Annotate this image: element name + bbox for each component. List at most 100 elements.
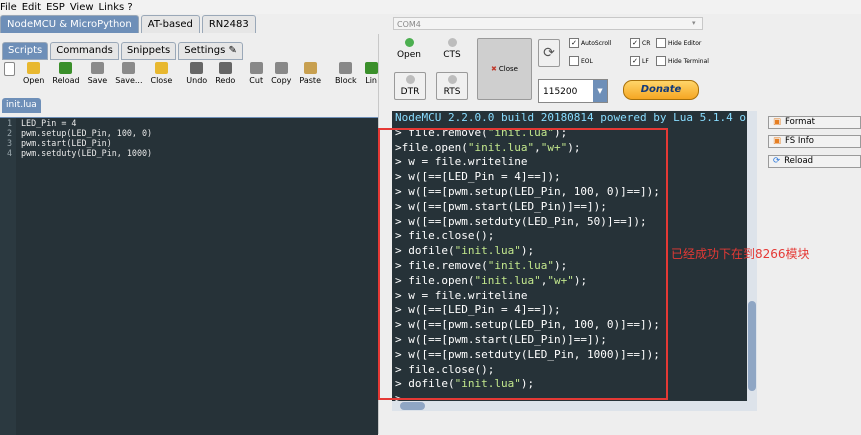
toolbar-label: Reload bbox=[52, 76, 80, 85]
fs-info-button[interactable]: ▣ FS Info bbox=[768, 135, 861, 148]
toolbar-label: Save bbox=[87, 76, 108, 85]
undo-icon bbox=[190, 62, 204, 74]
open-button[interactable]: Open bbox=[19, 62, 48, 85]
lin-button[interactable]: Lin bbox=[361, 62, 382, 85]
terminal-hscroll-thumb[interactable] bbox=[400, 402, 425, 410]
toolbar-label: Close bbox=[150, 76, 173, 85]
menu-file[interactable]: File bbox=[0, 2, 17, 13]
tab-settings-label: Settings bbox=[184, 45, 226, 56]
code-editor[interactable]: 1234 LED_Pin = 4 pwm.setup(LED_Pin, 100, … bbox=[0, 117, 378, 435]
fs-info-icon: ▣ bbox=[773, 136, 782, 146]
eol-checkbox[interactable]: EOL bbox=[569, 56, 593, 66]
format-icon: ▣ bbox=[773, 117, 782, 127]
cr-label: CR bbox=[642, 39, 651, 47]
line-number: 2 bbox=[6, 128, 12, 138]
toolbar-label: Redo bbox=[215, 76, 236, 85]
refresh-icon: ⟳ bbox=[543, 45, 555, 61]
undo-button[interactable]: Undo bbox=[182, 62, 211, 85]
hide-editor-box-icon bbox=[656, 38, 666, 48]
terminal-header: NodeMCU 2.2.0.0 build 20180814 powered b… bbox=[395, 111, 747, 124]
format-button[interactable]: ▣ Format bbox=[768, 116, 861, 129]
baud-chevron-down-icon: ▼ bbox=[593, 80, 607, 102]
code-area[interactable]: LED_Pin = 4 pwm.setup(LED_Pin, 100, 0) pwm… bbox=[21, 118, 152, 158]
code-line[interactable]: pwm.start(LED_Pin) bbox=[21, 138, 152, 148]
hide-terminal-checkbox[interactable]: Hide Terminal bbox=[656, 56, 709, 66]
close-port-button[interactable]: ✖ Close bbox=[477, 38, 532, 100]
disconnect-icon: ✖ bbox=[491, 65, 497, 73]
menu-edit[interactable]: Edit bbox=[22, 2, 41, 13]
reload-button[interactable]: Reload bbox=[48, 62, 83, 85]
line-icon bbox=[364, 62, 378, 74]
dtr-button[interactable]: DTR bbox=[394, 72, 426, 100]
close-folder-icon bbox=[154, 62, 168, 74]
menu-bar: File Edit ESP View Links ? bbox=[0, 0, 861, 14]
tab-scripts[interactable]: Scripts bbox=[2, 42, 49, 60]
menu-links[interactable]: Links ? bbox=[99, 2, 133, 13]
toolbar-label: Open bbox=[23, 76, 45, 85]
open-label: Open bbox=[396, 50, 422, 60]
dtr-led-icon bbox=[405, 75, 415, 84]
toolbar-label: Cut bbox=[249, 76, 264, 85]
toolbar-label: Paste bbox=[299, 76, 321, 85]
line-number: 4 bbox=[6, 148, 12, 158]
save-as-icon bbox=[122, 62, 136, 74]
block-button[interactable]: Block bbox=[331, 62, 361, 85]
new-file-icon bbox=[4, 62, 15, 76]
copy-icon bbox=[274, 62, 288, 74]
code-line[interactable]: pwm.setup(LED_Pin, 100, 0) bbox=[21, 128, 152, 138]
reload-icon: ⟳ bbox=[773, 156, 781, 166]
dtr-label: DTR bbox=[400, 87, 420, 97]
autoscroll-label: AutoScroll bbox=[581, 39, 612, 47]
save-icon bbox=[90, 62, 104, 74]
cr-checkbox[interactable]: ✓ CR bbox=[630, 38, 650, 48]
menu-view[interactable]: View bbox=[70, 2, 94, 13]
tab-snippets[interactable]: Snippets bbox=[120, 42, 177, 60]
save-button[interactable]: Save bbox=[84, 62, 112, 85]
terminal-vscroll-thumb[interactable] bbox=[748, 301, 756, 391]
hide-terminal-label: Hide Terminal bbox=[668, 57, 709, 65]
toolbar-label: Copy bbox=[271, 76, 292, 85]
tab-commands[interactable]: Commands bbox=[50, 42, 119, 60]
redo-icon bbox=[218, 62, 232, 74]
lf-checkbox[interactable]: ✓ LF bbox=[630, 56, 649, 66]
tab-nodemcu[interactable]: NodeMCU & MicroPython bbox=[0, 15, 139, 33]
menu-esp[interactable]: ESP bbox=[46, 2, 65, 13]
rts-button[interactable]: RTS bbox=[436, 72, 468, 100]
annotation-highlight-box bbox=[378, 128, 668, 400]
open-status-led-icon bbox=[404, 38, 414, 47]
rts-label: RTS bbox=[443, 87, 461, 97]
code-line[interactable]: pwm.setduty(LED_Pin, 1000) bbox=[21, 148, 152, 158]
tab-at-based[interactable]: AT-based bbox=[140, 15, 200, 33]
terminal-horizontal-scrollbar[interactable] bbox=[392, 401, 757, 411]
format-label: Format bbox=[785, 117, 815, 127]
copy-button[interactable]: Copy bbox=[267, 62, 295, 85]
redo-button[interactable]: Redo bbox=[211, 62, 239, 85]
file-tab-init-lua[interactable]: init.lua bbox=[2, 98, 41, 113]
autoscroll-checkbox[interactable]: ✓ AutoScroll bbox=[569, 38, 611, 48]
open-button[interactable]: Open bbox=[394, 38, 424, 60]
line-number: 3 bbox=[6, 138, 12, 148]
tab-settings[interactable]: Settings ✎ bbox=[178, 42, 243, 60]
reload-files-button[interactable]: ⟳ Reload bbox=[768, 155, 861, 168]
code-line[interactable]: LED_Pin = 4 bbox=[21, 118, 152, 128]
hide-editor-label: Hide Editor bbox=[668, 39, 702, 47]
cut-icon bbox=[249, 62, 263, 74]
lf-check-icon: ✓ bbox=[630, 56, 640, 66]
save-button[interactable]: Save... bbox=[111, 62, 146, 85]
lf-label: LF bbox=[642, 57, 649, 65]
paste-icon bbox=[303, 62, 317, 74]
paste-button[interactable]: Paste bbox=[295, 62, 325, 85]
baud-rate-select[interactable]: 115200 ▼ bbox=[538, 79, 608, 103]
annotation-text: 已经成功下在到8266模块 bbox=[671, 247, 810, 261]
new-file-button[interactable] bbox=[0, 62, 19, 78]
close-button[interactable]: Close bbox=[147, 62, 177, 85]
refresh-ports-button[interactable]: ⟳ bbox=[538, 39, 560, 67]
cut-button[interactable]: Cut bbox=[245, 62, 267, 85]
donate-button[interactable]: Donate bbox=[623, 80, 699, 100]
port-select[interactable]: COM4 bbox=[393, 17, 703, 30]
tab-rn2483[interactable]: RN2483 bbox=[201, 15, 256, 33]
open-folder-icon bbox=[27, 62, 41, 74]
hide-editor-checkbox[interactable]: Hide Editor bbox=[656, 38, 701, 48]
cr-check-icon: ✓ bbox=[630, 38, 640, 48]
cts-led-icon bbox=[447, 38, 457, 47]
